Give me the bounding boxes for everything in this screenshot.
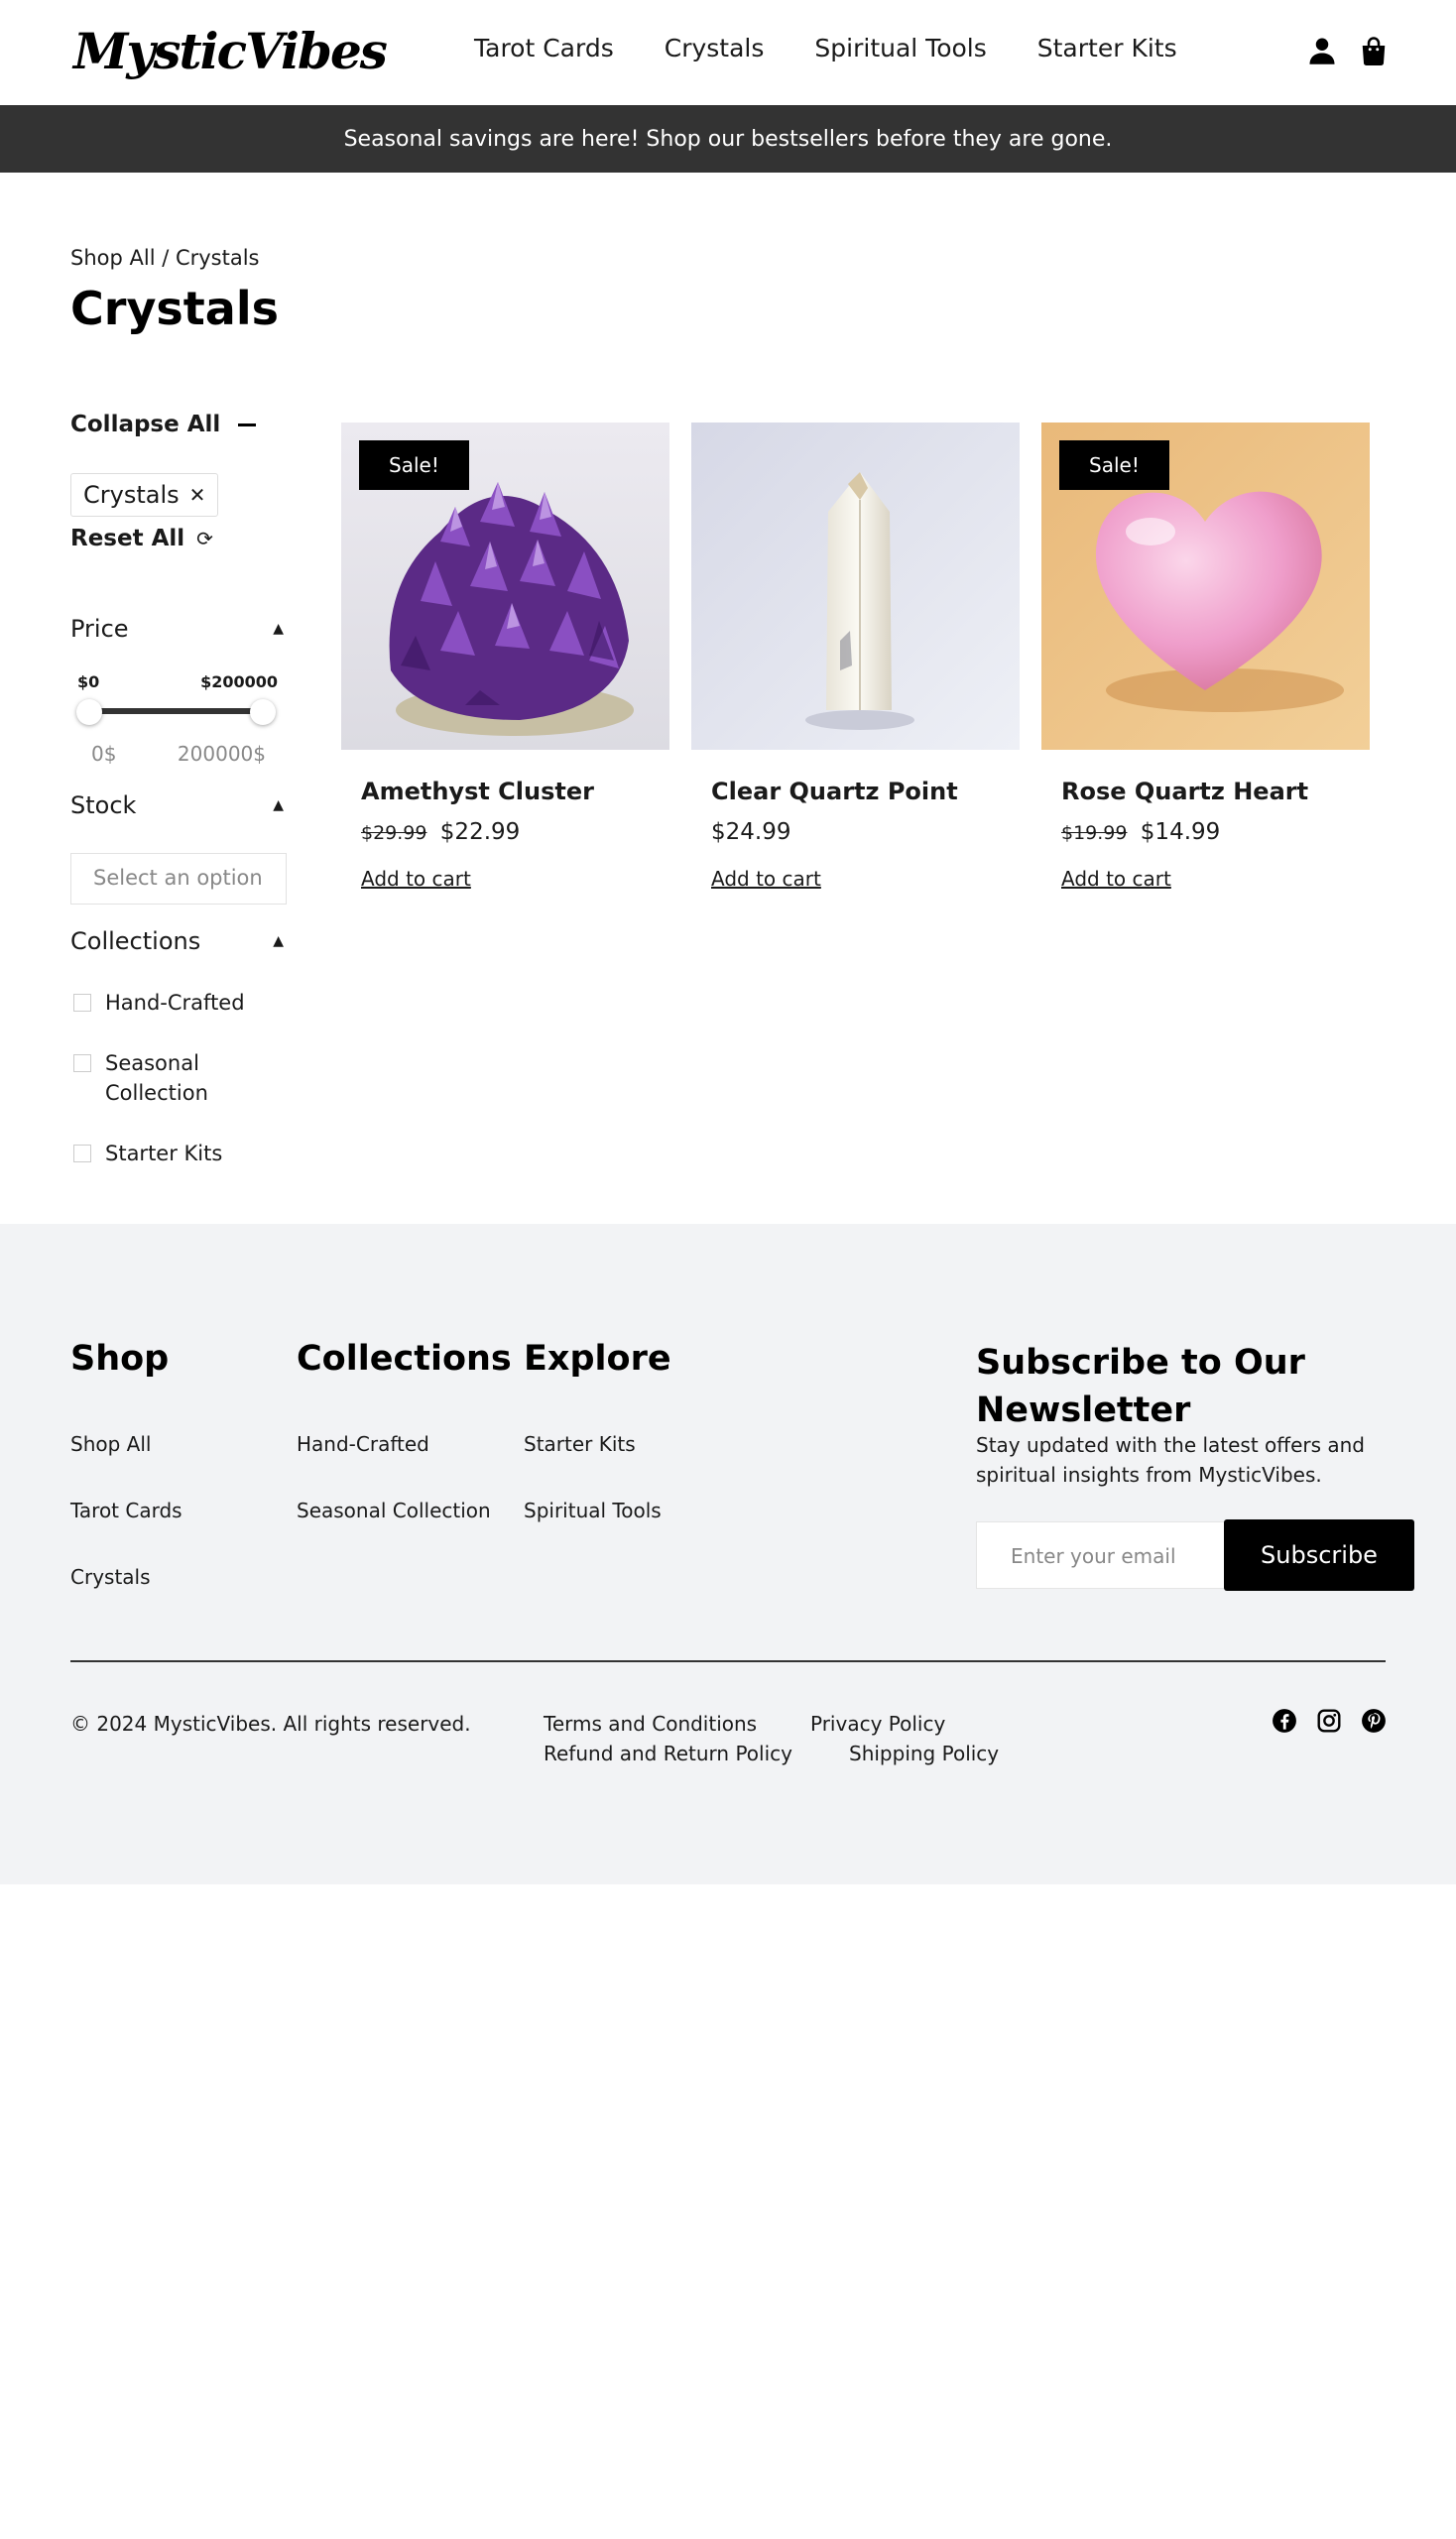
user-icon[interactable] (1307, 36, 1337, 65)
price-filter-label: Price (70, 615, 129, 643)
product-card[interactable]: Sale! Amethyst Cluster $29.99 $22.99 Add… (341, 423, 669, 891)
stock-select[interactable]: Select an option (70, 853, 287, 905)
price-slider-labels: $0 $200000 (77, 672, 278, 691)
privacy-link[interactable]: Privacy Policy (810, 1712, 945, 1736)
collection-option-hand-crafted[interactable]: Hand-Crafted (73, 988, 245, 1018)
collections-filter-label: Collections (70, 927, 201, 955)
header-actions (1307, 36, 1389, 65)
product-image-rose-quartz[interactable]: Sale! (1041, 423, 1370, 750)
product-card[interactable]: Clear Quartz Point $24.99 Add to cart (691, 423, 1020, 891)
product-image-clear-quartz[interactable] (691, 423, 1020, 750)
announcement-bar: Seasonal savings are here! Shop our best… (0, 105, 1456, 173)
price-range-min: 0$ (91, 742, 117, 766)
site-logo[interactable]: MysticVibes (73, 22, 388, 80)
footer-link[interactable]: Seasonal Collection (297, 1499, 491, 1522)
product-price: $19.99 $14.99 (1061, 819, 1220, 845)
close-icon[interactable]: ✕ (189, 483, 206, 507)
product-name[interactable]: Amethyst Cluster (361, 778, 594, 805)
add-to-cart-button[interactable]: Add to cart (361, 867, 471, 891)
refund-link[interactable]: Refund and Return Policy (544, 1742, 792, 1765)
product-image-amethyst[interactable]: Sale! (341, 423, 669, 750)
nav-starter-kits[interactable]: Starter Kits (1037, 34, 1177, 62)
price-range-max: 200000$ (177, 742, 266, 766)
price-slider-track[interactable] (89, 708, 264, 714)
footer-link[interactable]: Crystals (70, 1565, 151, 1589)
collection-option-starter-kits[interactable]: Starter Kits (73, 1139, 222, 1168)
price-filter-toggle[interactable]: Price ▲ (70, 615, 284, 643)
price-slider-min-handle[interactable] (76, 699, 102, 725)
footer-link[interactable]: Starter Kits (524, 1432, 636, 1456)
collection-option-seasonal[interactable]: Seasonal Collection (73, 1048, 282, 1108)
sale-badge: Sale! (1059, 440, 1169, 490)
reset-all-label: Reset All (70, 526, 185, 551)
reset-all-button[interactable]: Reset All ⟳ (70, 526, 213, 551)
main-nav: Tarot Cards Crystals Spiritual Tools Sta… (474, 34, 1228, 62)
subscribe-button[interactable]: Subscribe (1224, 1519, 1414, 1591)
site-footer: Shop Shop All Tarot Cards Crystals Colle… (0, 1224, 1456, 1884)
chevron-up-icon: ▲ (273, 621, 284, 637)
collections-filter-toggle[interactable]: Collections ▲ (70, 927, 284, 955)
footer-link[interactable]: Spiritual Tools (524, 1499, 662, 1522)
shopping-bag-icon[interactable] (1359, 36, 1389, 65)
footer-explore-title: Explore (524, 1339, 671, 1379)
newsletter-description: Stay updated with the latest offers and … (976, 1433, 1366, 1487)
minus-icon (238, 423, 257, 426)
pinterest-icon[interactable] (1361, 1708, 1387, 1734)
nav-tarot-cards[interactable]: Tarot Cards (474, 34, 614, 62)
product-card[interactable]: Sale! Rose Quartz Heart $19.99 $14.99 Ad… (1041, 423, 1370, 891)
product-name[interactable]: Rose Quartz Heart (1061, 778, 1308, 805)
collection-option-label: Hand-Crafted (105, 991, 245, 1015)
chip-label: Crystals (83, 481, 180, 509)
sale-price: $22.99 (439, 819, 521, 845)
original-price: $19.99 (1061, 822, 1128, 844)
product-name[interactable]: Clear Quartz Point (711, 778, 958, 805)
footer-link[interactable]: Hand-Crafted (297, 1432, 429, 1456)
price-slider-max-handle[interactable] (250, 699, 276, 725)
nav-crystals[interactable]: Crystals (665, 34, 765, 62)
product-price: $24.99 (711, 819, 790, 845)
footer-link[interactable]: Shop All (70, 1432, 151, 1456)
chevron-up-icon: ▲ (273, 797, 284, 813)
regular-price: $24.99 (711, 819, 791, 845)
add-to-cart-button[interactable]: Add to cart (1061, 867, 1171, 891)
footer-collections-title: Collections (297, 1339, 512, 1379)
original-price: $29.99 (361, 822, 427, 844)
checkbox[interactable] (73, 1054, 91, 1072)
price-min-label: $0 (77, 672, 100, 691)
instagram-icon[interactable] (1316, 1708, 1342, 1734)
footer-divider (70, 1660, 1386, 1662)
sale-badge: Sale! (359, 440, 469, 490)
email-placeholder: Enter your email (1011, 1544, 1176, 1568)
collection-option-label: Seasonal Collection (105, 1051, 208, 1105)
collapse-all-button[interactable]: Collapse All (70, 412, 257, 437)
newsletter-title: Subscribe to Our Newsletter (976, 1343, 1305, 1430)
collection-option-label: Starter Kits (105, 1142, 223, 1165)
email-field[interactable]: Enter your email (976, 1521, 1226, 1589)
breadcrumb[interactable]: Shop All / Crystals (70, 246, 260, 270)
checkbox[interactable] (73, 1145, 91, 1162)
footer-shop-title: Shop (70, 1339, 170, 1379)
stock-filter-label: Stock (70, 791, 137, 819)
collapse-all-label: Collapse All (70, 412, 221, 437)
footer-link[interactable]: Tarot Cards (70, 1499, 182, 1522)
page-title: Crystals (70, 282, 279, 335)
stock-select-placeholder: Select an option (93, 866, 263, 890)
announcement-text: Seasonal savings are here! Shop our best… (343, 126, 1113, 152)
sale-price: $14.99 (1140, 819, 1221, 845)
nav-spiritual-tools[interactable]: Spiritual Tools (814, 34, 986, 62)
chevron-up-icon: ▲ (273, 933, 284, 949)
active-filter-chip: Crystals ✕ (70, 473, 219, 517)
copyright: © 2024 MysticVibes. All rights reserved. (70, 1712, 471, 1736)
facebook-icon[interactable] (1272, 1708, 1297, 1734)
refresh-icon: ⟳ (196, 527, 213, 550)
stock-filter-toggle[interactable]: Stock ▲ (70, 791, 284, 819)
checkbox[interactable] (73, 994, 91, 1012)
add-to-cart-button[interactable]: Add to cart (711, 867, 821, 891)
price-range-values: 0$ 200000$ (91, 742, 266, 766)
shipping-link[interactable]: Shipping Policy (849, 1742, 999, 1765)
terms-link[interactable]: Terms and Conditions (544, 1712, 757, 1736)
product-price: $29.99 $22.99 (361, 819, 520, 845)
price-max-label: $200000 (200, 672, 278, 691)
site-header: MysticVibes Tarot Cards Crystals Spiritu… (0, 0, 1456, 105)
